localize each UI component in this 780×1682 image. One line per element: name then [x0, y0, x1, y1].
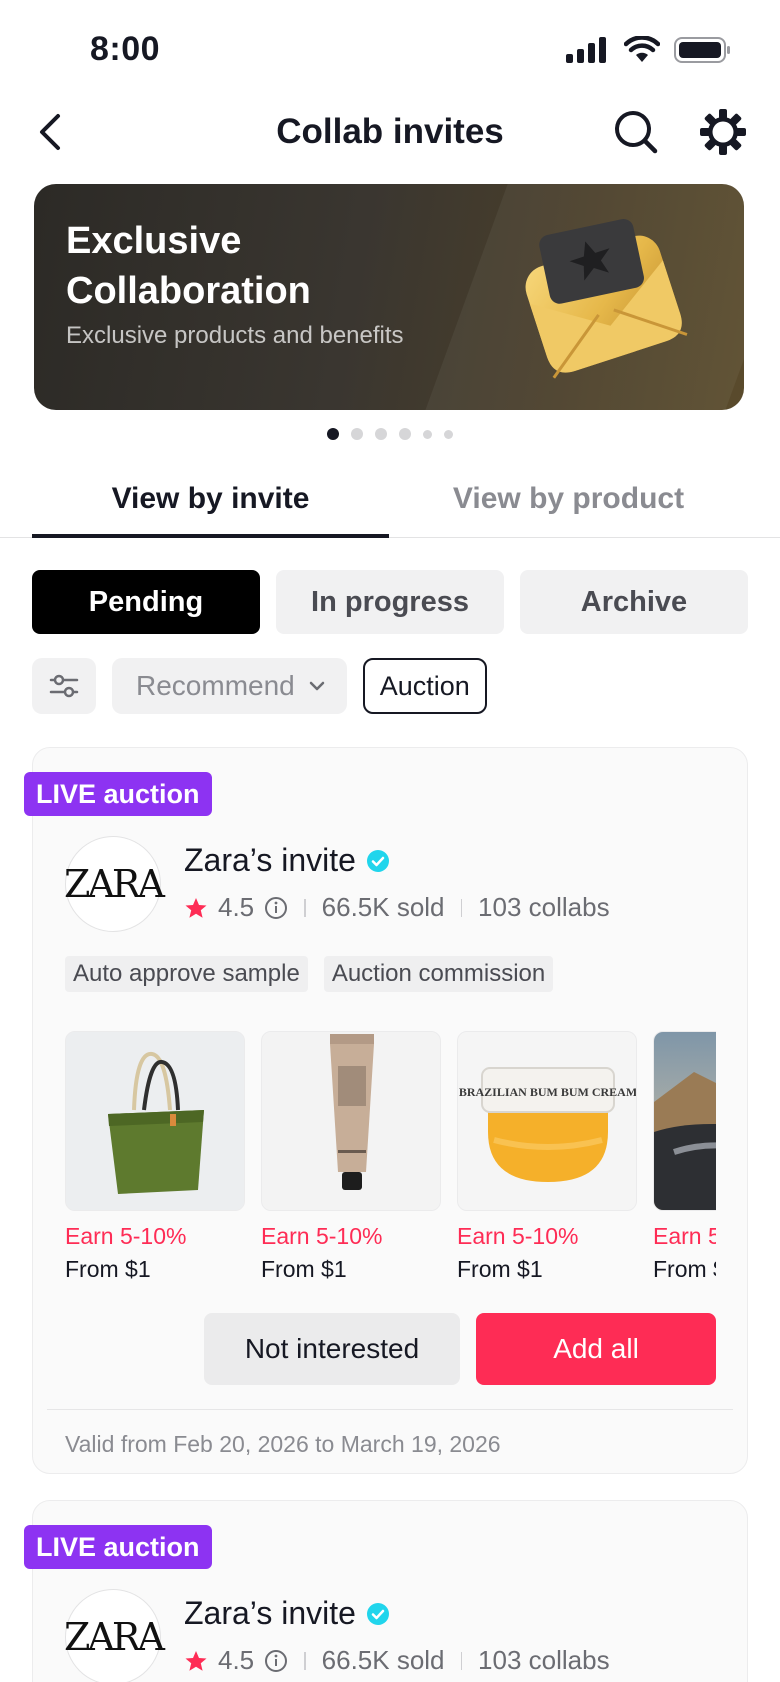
car-landscape-icon	[654, 1032, 716, 1210]
invite-title[interactable]: Zara’s invite	[184, 1595, 390, 1632]
settings-button[interactable]	[697, 106, 749, 158]
not-interested-button[interactable]: Not interested	[204, 1313, 460, 1385]
product-earn: Earn 5-10%	[261, 1223, 383, 1249]
active-tab-indicator	[32, 534, 389, 538]
add-all-button[interactable]: Add all	[476, 1313, 716, 1385]
tag-auction-commission: Auction commission	[323, 956, 554, 992]
invite-title-text: Zara’s invite	[184, 1595, 356, 1631]
rating-value: 4.5	[218, 1645, 255, 1675]
skincare-tube-icon	[262, 1032, 440, 1210]
banner-subtitle: Exclusive products and benefits	[66, 322, 404, 349]
sold-count: 66.5K sold	[321, 1645, 445, 1675]
verified-badge-icon	[366, 1602, 389, 1625]
carousel-dot[interactable]	[375, 428, 387, 440]
filter-button[interactable]	[32, 658, 96, 714]
product-earn: Earn 5-10%	[457, 1223, 579, 1249]
card-divider	[47, 1409, 733, 1410]
search-icon	[615, 111, 658, 154]
collabs-count: 103 collabs	[478, 1645, 610, 1675]
rating-value: 4.5	[218, 892, 255, 922]
search-button[interactable]	[610, 106, 662, 158]
star-icon	[185, 1650, 207, 1671]
product-price: From $1	[261, 1256, 347, 1282]
product-image-tote-bag	[65, 1031, 245, 1211]
product-item[interactable]: BRAZILIAN BUM BUM CREAM Earn 5-10% From …	[457, 1031, 637, 1291]
live-auction-badge: LIVE auction	[24, 772, 212, 816]
status-bar: 8:00	[0, 0, 780, 96]
tag-auto-approve-sample: Auto approve sample	[65, 956, 308, 992]
product-image-car	[653, 1031, 716, 1211]
product-image-skincare-tube	[261, 1031, 441, 1211]
filter-bar: Recommend Auction	[32, 658, 487, 714]
product-image-cream-jar: BRAZILIAN BUM BUM CREAM	[457, 1031, 637, 1211]
brand-stats: 4.5 66.5K sold 103 collabs	[184, 1645, 610, 1676]
product-item[interactable]: Earn 5-10% From $1	[65, 1031, 245, 1291]
segment-in-progress[interactable]: In progress	[276, 570, 504, 634]
stats-divider	[304, 898, 306, 917]
invite-card[interactable]: LIVE auction ZARA Zara’s invite 4.5 66.5…	[24, 1500, 748, 1682]
carousel-dot[interactable]	[399, 428, 411, 440]
invite-tags: Auto approve sample Auction commission	[65, 956, 554, 992]
sort-dropdown-label: Recommend	[136, 670, 295, 701]
invite-title-text: Zara’s invite	[184, 842, 356, 878]
sliders-icon	[49, 674, 79, 698]
carousel-dot[interactable]	[351, 428, 363, 440]
card-actions: Not interested Add all	[204, 1313, 716, 1385]
invite-title[interactable]: Zara’s invite	[184, 842, 390, 879]
status-icons	[566, 36, 732, 64]
cream-jar-label: BRAZILIAN BUM BUM CREAM	[459, 1085, 637, 1099]
product-price: From $1	[65, 1256, 151, 1282]
banner-title: Exclusive Collaboration	[66, 220, 311, 312]
gear-icon	[700, 109, 746, 155]
battery-icon	[674, 37, 730, 63]
wifi-icon	[624, 36, 660, 62]
product-price: From $1	[457, 1256, 543, 1282]
promo-banner[interactable]: Exclusive Collaboration Exclusive produc…	[34, 184, 744, 410]
golden-envelope-icon	[525, 219, 688, 379]
star-icon	[185, 897, 207, 918]
tab-view-by-invite[interactable]: View by invite	[32, 482, 389, 516]
info-icon[interactable]	[264, 896, 288, 920]
segment-archive[interactable]: Archive	[520, 570, 748, 634]
sold-count: 66.5K sold	[321, 892, 445, 922]
tab-view-by-product[interactable]: View by product	[390, 482, 747, 516]
view-tabs: View by invite View by product	[0, 470, 780, 538]
validity-period: Valid from Feb 20, 2026 to March 19, 202…	[65, 1431, 501, 1457]
chevron-down-icon	[309, 681, 324, 691]
carousel-dot-active[interactable]	[327, 428, 339, 440]
cream-jar-icon: BRAZILIAN BUM BUM CREAM	[458, 1032, 637, 1210]
carousel-dot[interactable]	[423, 429, 432, 439]
stats-divider	[460, 1651, 463, 1670]
verified-badge-icon	[366, 849, 389, 872]
brand-logo[interactable]: ZARA	[64, 836, 165, 932]
stats-divider	[304, 1651, 306, 1670]
auction-filter-chip[interactable]: Auction	[362, 658, 487, 714]
carousel-dot[interactable]	[444, 429, 453, 439]
header: Collab invites	[0, 96, 780, 168]
status-segments: Pending In progress Archive	[32, 570, 748, 634]
brand-logo[interactable]: ZARA	[64, 1589, 165, 1682]
cellular-signal-icon	[566, 37, 606, 63]
tote-bag-icon	[66, 1032, 244, 1210]
stats-divider	[460, 898, 463, 917]
segment-pending[interactable]: Pending	[32, 570, 260, 634]
page-title: Collab invites	[276, 112, 504, 151]
brand-stats: 4.5 66.5K sold 103 collabs	[184, 892, 610, 923]
product-item[interactable]: Earn 5-10% From $1	[653, 1031, 716, 1291]
carousel-dots	[0, 428, 780, 440]
product-earn: Earn 5-10%	[653, 1223, 716, 1249]
info-icon[interactable]	[264, 1649, 288, 1673]
product-item[interactable]: Earn 5-10% From $1	[261, 1031, 441, 1291]
product-carousel[interactable]: Earn 5-10% From $1 Earn 5-10% From $1 BR…	[65, 1031, 716, 1291]
sort-dropdown[interactable]: Recommend	[112, 658, 347, 714]
product-earn: Earn 5-10%	[65, 1223, 187, 1249]
collabs-count: 103 collabs	[478, 892, 610, 922]
invite-card[interactable]: LIVE auction ZARA Zara’s invite 4.5 66.5…	[24, 747, 748, 1474]
live-auction-badge: LIVE auction	[24, 1525, 212, 1569]
status-time: 8:00	[90, 30, 161, 68]
product-price: From $1	[653, 1256, 716, 1282]
